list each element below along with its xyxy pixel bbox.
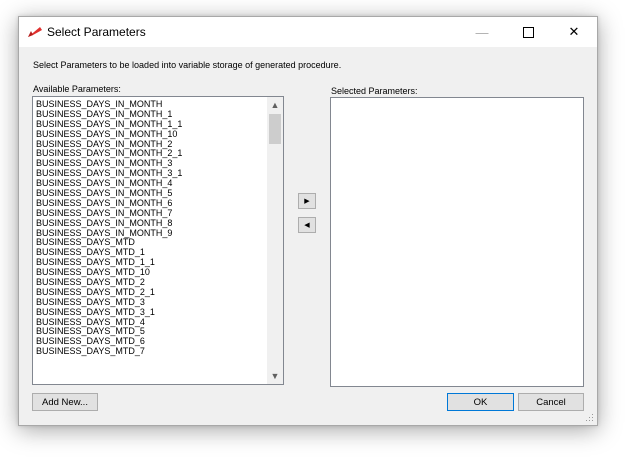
close-button[interactable]: ✕: [551, 17, 597, 47]
add-new-button[interactable]: Add New...: [32, 393, 98, 411]
selected-parameters-label: Selected Parameters:: [331, 86, 418, 96]
arrow-left-icon: ◀: [304, 222, 310, 229]
minimize-button[interactable]: —: [459, 17, 505, 47]
maximize-icon: [522, 26, 534, 38]
close-icon: ✕: [568, 24, 580, 39]
add-selected-button[interactable]: ▶: [298, 193, 316, 209]
scroll-down-icon[interactable]: ▼: [267, 368, 283, 384]
red-arrow-icon: [28, 27, 42, 37]
selected-parameters-list[interactable]: [330, 97, 584, 387]
ok-button[interactable]: OK: [447, 393, 514, 411]
available-parameters-label: Available Parameters:: [33, 84, 121, 94]
available-items-container: BUSINESS_DAYS_IN_MONTH BUSINESS_DAYS_IN_M…: [36, 100, 266, 384]
scroll-up-icon[interactable]: ▲: [267, 97, 283, 113]
resize-grip-icon[interactable]: [586, 414, 594, 422]
instruction-text: Select Parameters to be loaded into vari…: [33, 60, 342, 70]
list-item[interactable]: BUSINESS_DAYS_MTD_7: [36, 346, 266, 357]
select-parameters-dialog: Select Parameters — ✕ Select Parameters …: [18, 16, 598, 426]
title-bar[interactable]: Select Parameters — ✕: [19, 17, 597, 47]
remove-selected-button[interactable]: ◀: [298, 217, 316, 233]
maximize-button[interactable]: [505, 17, 551, 47]
cancel-button[interactable]: Cancel: [518, 393, 584, 411]
window-title: Select Parameters: [47, 25, 146, 39]
vertical-scrollbar[interactable]: ▲ ▼: [267, 97, 283, 384]
scroll-thumb[interactable]: [269, 114, 281, 144]
available-parameters-list[interactable]: BUSINESS_DAYS_IN_MONTH BUSINESS_DAYS_IN_M…: [32, 96, 284, 385]
minimize-icon: —: [475, 24, 489, 40]
arrow-right-icon: ▶: [304, 198, 310, 205]
